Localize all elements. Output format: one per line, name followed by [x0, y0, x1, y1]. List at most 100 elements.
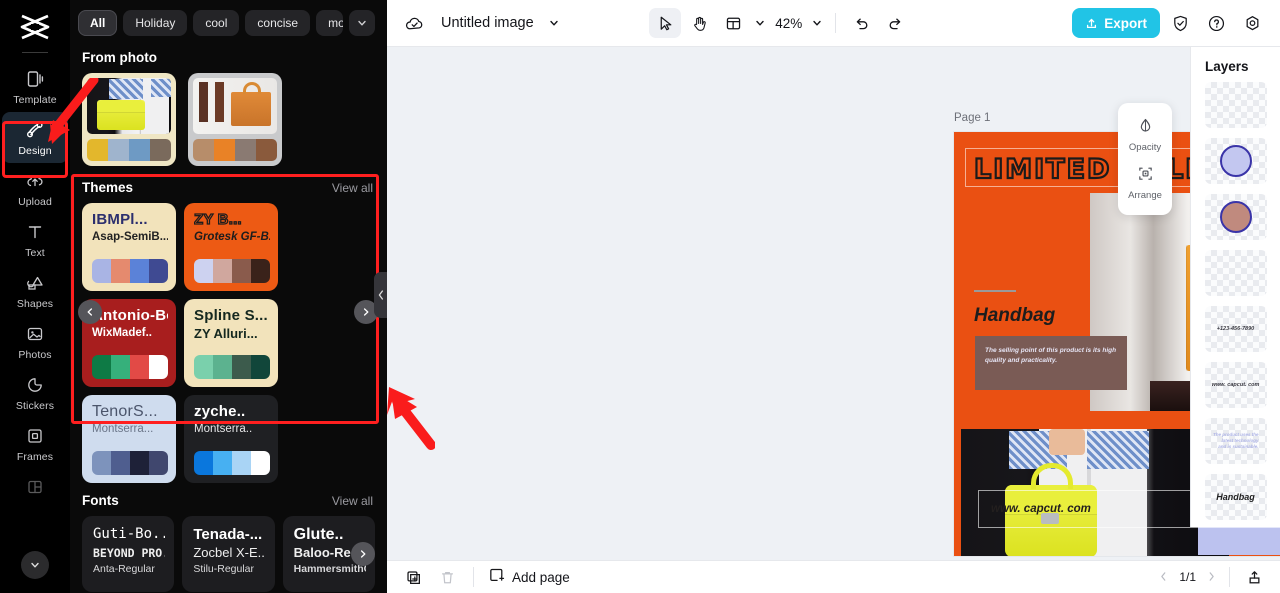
from-photo-row — [70, 73, 387, 166]
chevron-right-icon — [360, 550, 366, 558]
font-sample-1: Glute.. — [293, 526, 344, 543]
from-photo-card-orange[interactable] — [188, 73, 282, 166]
shield-check-icon[interactable] — [1166, 8, 1196, 38]
export-page-icon[interactable] — [1242, 565, 1266, 589]
chips-expand-button[interactable] — [349, 10, 375, 36]
add-page-icon — [488, 567, 505, 587]
upload-cloud-icon — [24, 170, 46, 192]
fonts-next-button[interactable] — [351, 542, 375, 566]
layer-circle-rose[interactable] — [1204, 194, 1267, 240]
cloud-saved-icon[interactable] — [399, 8, 429, 38]
font-card[interactable]: Guti-Bo... BEYOND PRO... Anta-Regular — [82, 516, 175, 592]
document-title[interactable]: Untitled image — [441, 15, 534, 31]
poster-heading-left[interactable]: Handbag — [974, 305, 1055, 327]
capcut-logo-icon[interactable] — [15, 10, 55, 44]
zoom-caret[interactable] — [808, 8, 826, 38]
theme-swatches — [92, 355, 168, 379]
shapes-icon — [24, 272, 46, 294]
page-indicator: 1/1 — [1179, 570, 1196, 584]
sidebar-item-photos[interactable]: Photos — [2, 316, 68, 367]
sidebar-item-more-partial[interactable] — [2, 469, 68, 504]
cursor-arrow-icon — [660, 16, 672, 30]
redo-icon — [889, 17, 901, 29]
font-sample-1: Guti-Bo... — [93, 526, 165, 542]
arrange-tool[interactable]: Arrange — [1118, 159, 1172, 207]
layer-circle-lavender[interactable] — [1204, 138, 1267, 184]
chip-all[interactable]: All — [78, 10, 118, 36]
from-photo-card-yellow[interactable] — [82, 73, 176, 166]
layer-text-phone[interactable]: +123-456-7890 — [1204, 306, 1267, 352]
theme-card[interactable]: TenorS... Montserra... — [82, 395, 176, 483]
canvas-stage[interactable]: Page 1 LIMITED Handbag The selling point… — [387, 47, 1280, 560]
font-name: HammersmithOn. — [293, 563, 366, 575]
panel-collapse-handle[interactable] — [374, 272, 387, 318]
layout-tool-button[interactable] — [717, 8, 749, 38]
document-title-caret[interactable] — [544, 8, 564, 38]
chip-holiday[interactable]: Holiday — [123, 10, 188, 36]
fonts-view-all-link[interactable]: View all — [332, 494, 373, 508]
zoom-level-value[interactable]: 42% — [771, 16, 806, 31]
export-button[interactable]: Export — [1072, 8, 1160, 38]
poster-text-box-left[interactable]: The selling point of this product is its… — [975, 336, 1127, 390]
help-circle-icon[interactable] — [1202, 8, 1232, 38]
layer-empty-2[interactable] — [1204, 250, 1267, 296]
chevron-down-icon — [31, 562, 39, 568]
sidebar-item-stickers[interactable]: Stickers — [2, 367, 68, 418]
toolbar-right-group: Export — [1072, 8, 1268, 38]
poster-rule-left — [974, 290, 1016, 292]
sidebar-item-template[interactable]: Template — [2, 61, 68, 112]
theme-card[interactable]: ZY B... Grotesk GF-B... — [184, 203, 278, 291]
themes-view-all-link[interactable]: View all — [332, 181, 373, 195]
sidebar-item-frames[interactable]: Frames — [2, 418, 68, 469]
page-nav-group: 1/1 — [1158, 565, 1266, 589]
sidebar-expand-button[interactable] — [21, 551, 49, 579]
layer-empty-1[interactable] — [1204, 82, 1267, 128]
sidebar-item-design[interactable]: Design — [2, 112, 68, 163]
font-sample-1: Tenada-... — [193, 526, 263, 543]
font-card[interactable]: Tenada-... Zocbel X-E... Stilu-Regular — [182, 516, 275, 592]
layout-caret[interactable] — [751, 8, 769, 38]
chip-modern[interactable]: modern — [316, 10, 343, 36]
theme-card[interactable]: IBMPl... Asap-SemiB... — [82, 203, 176, 291]
sidebar-item-shapes[interactable]: Shapes — [2, 265, 68, 316]
select-tool-button[interactable] — [649, 8, 682, 38]
stickers-icon — [24, 374, 46, 396]
top-toolbar: Untitled image 42% Export — [387, 0, 1280, 47]
themes-prev-button[interactable] — [78, 300, 102, 324]
undo-button[interactable] — [845, 8, 877, 38]
layers-title: Layers — [1205, 59, 1249, 74]
sidebar-item-upload[interactable]: Upload — [2, 163, 68, 214]
duplicate-page-icon[interactable] — [401, 565, 425, 589]
tool-group: 42% — [649, 8, 911, 38]
chevron-left-icon — [1161, 571, 1166, 581]
sidebar-item-text[interactable]: Text — [2, 214, 68, 265]
poster-website[interactable]: www. capcut. com — [991, 503, 1091, 515]
rail-divider — [22, 52, 48, 53]
photo-thumb — [87, 78, 171, 134]
theme-card[interactable]: Spline S... ZY Alluri... — [184, 299, 278, 387]
add-page-button[interactable]: Add page — [488, 567, 570, 587]
poster-body-left: The selling point of this product is its… — [985, 347, 1117, 364]
chip-concise[interactable]: concise — [245, 10, 311, 36]
layer-text-paragraph[interactable]: The product uses the latest technology a… — [1204, 418, 1267, 464]
font-sample-2: Zocbel X-E... — [193, 545, 266, 560]
trash-icon[interactable] — [435, 565, 459, 589]
chip-cool[interactable]: cool — [193, 10, 240, 36]
opacity-tool[interactable]: Opacity — [1118, 111, 1172, 159]
layers-panel: Layers +123-456-7890 www. capcut. com Th… — [1190, 47, 1280, 527]
theme-card[interactable]: zyche.. Montserra.. — [184, 395, 278, 483]
theme-title: TenorS... — [92, 403, 158, 420]
settings-gear-icon[interactable] — [1238, 8, 1268, 38]
hand-tool-button[interactable] — [683, 8, 715, 38]
prev-page-button[interactable] — [1158, 570, 1169, 585]
redo-button[interactable] — [879, 8, 911, 38]
chevron-down-icon — [549, 20, 558, 26]
chevron-down-icon — [358, 20, 366, 26]
theme-title: Spline S... — [194, 307, 268, 324]
layer-text-handbag[interactable]: Handbag — [1204, 474, 1267, 520]
frames-icon — [24, 425, 46, 447]
layer-text: Handbag — [1216, 492, 1255, 502]
next-page-button[interactable] — [1206, 570, 1217, 585]
layer-text-website[interactable]: www. capcut. com — [1204, 362, 1267, 408]
chevron-left-icon — [378, 290, 384, 300]
